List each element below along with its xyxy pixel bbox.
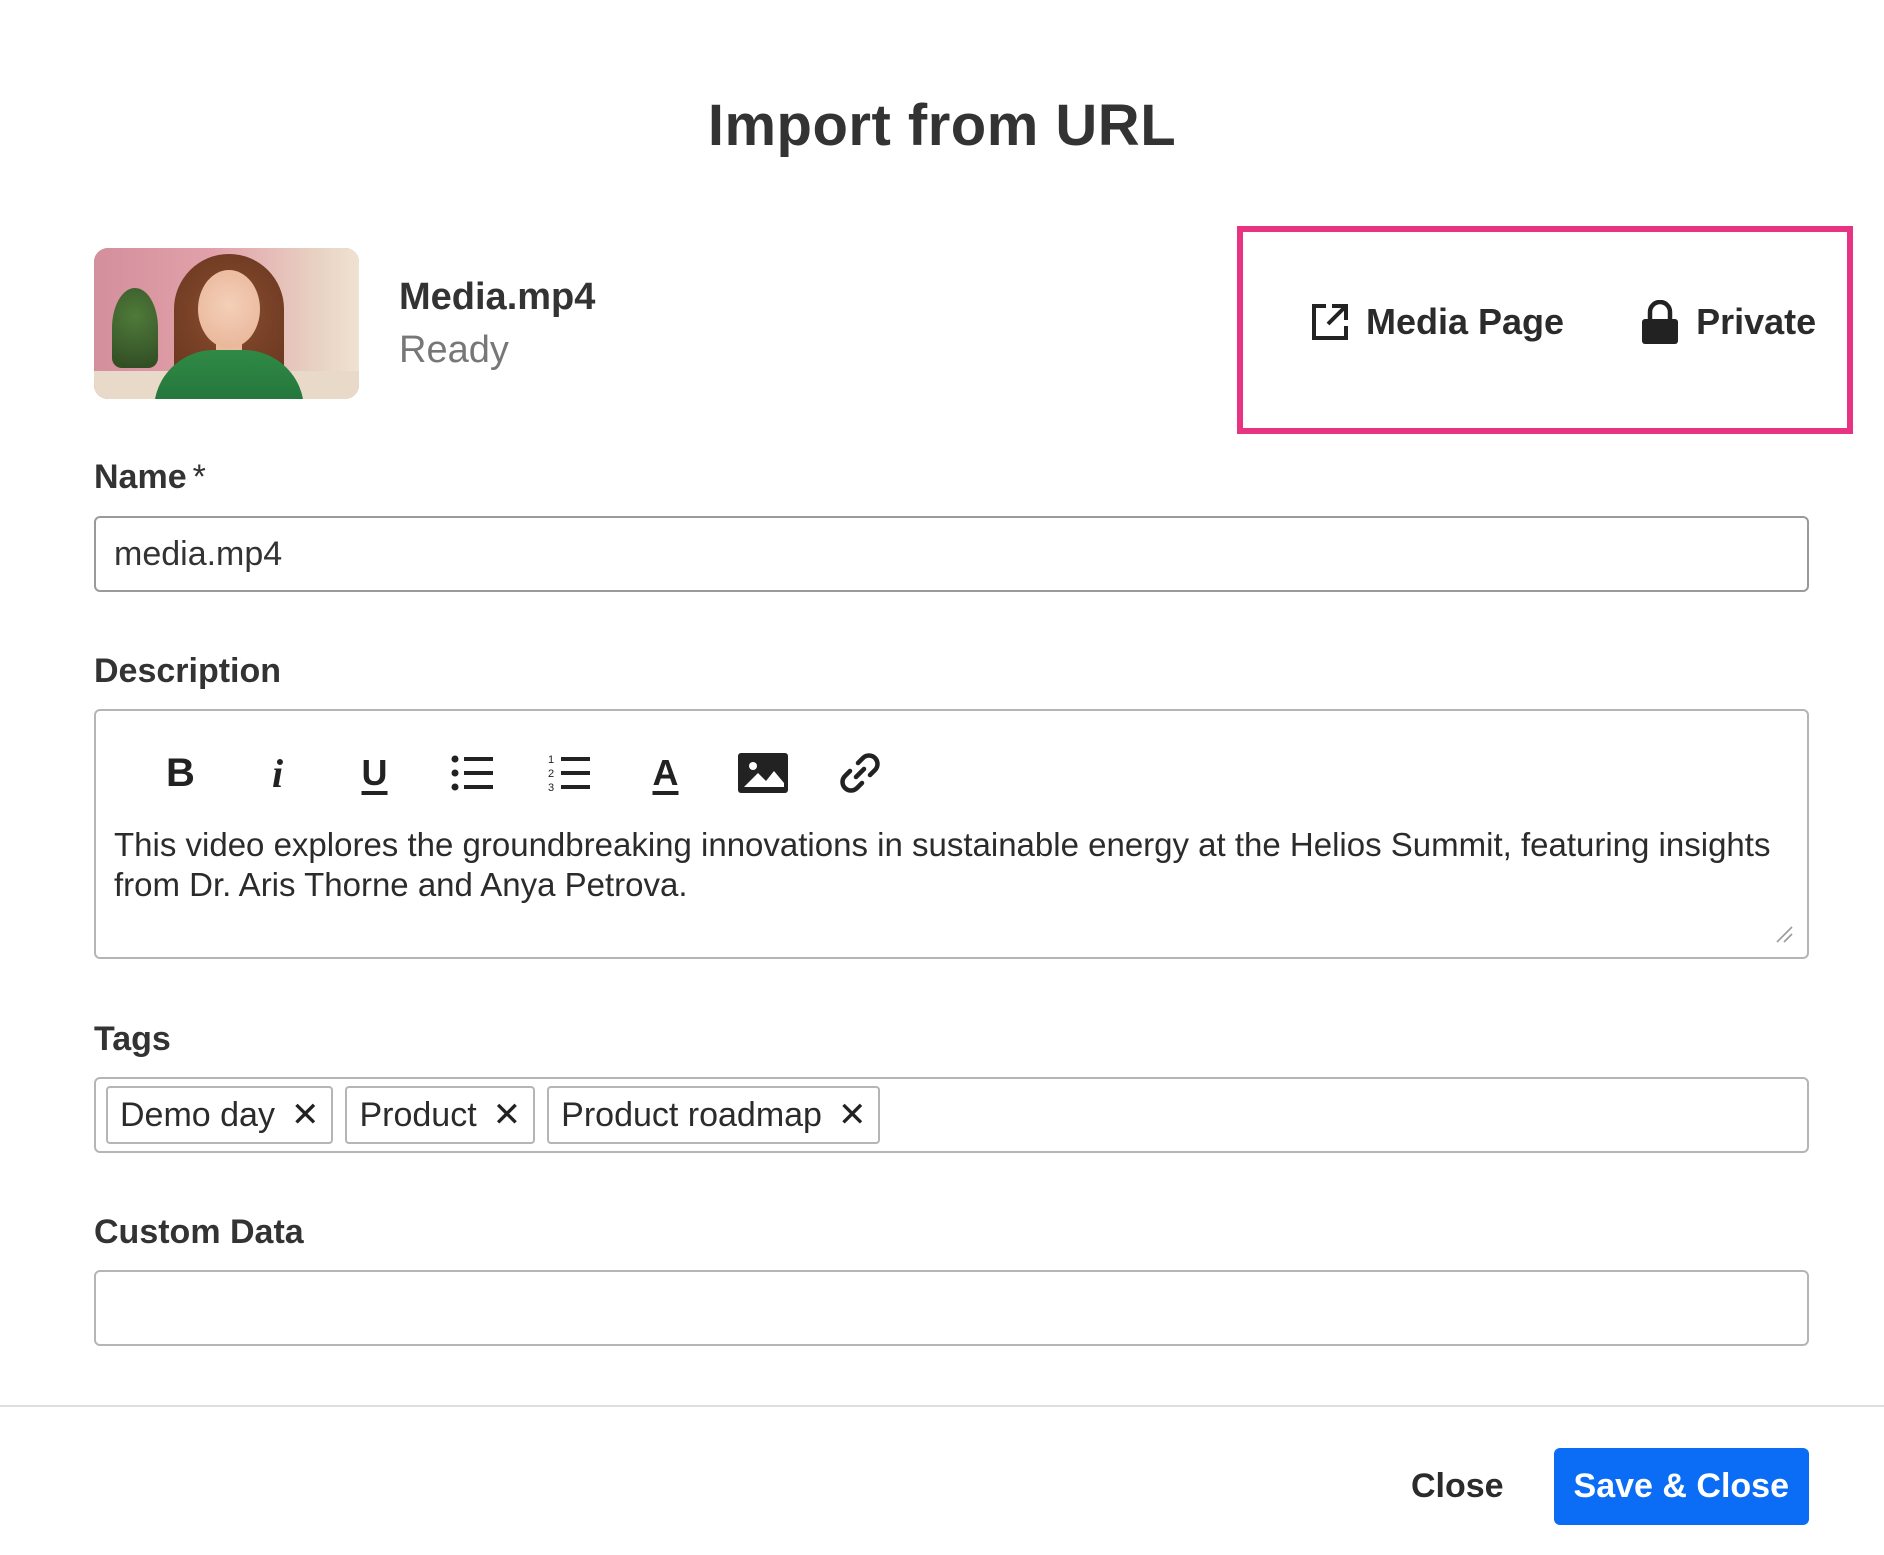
description-text[interactable]: This video explores the groundbreaking i…	[114, 825, 1789, 905]
text-color-button[interactable]: A	[617, 743, 714, 803]
bullet-list-button[interactable]	[423, 743, 520, 803]
bold-button[interactable]: B	[132, 743, 229, 803]
privacy-toggle[interactable]: Private	[1640, 300, 1816, 344]
external-link-icon	[1310, 302, 1350, 342]
required-marker: *	[192, 458, 206, 496]
name-label: Name *	[94, 458, 206, 497]
link-icon	[839, 753, 880, 793]
media-name: Media.mp4	[399, 275, 596, 318]
close-button[interactable]: Close	[1411, 1467, 1504, 1506]
save-close-button[interactable]: Save & Close	[1553, 1448, 1809, 1525]
tag-chip: Demo day ✕	[106, 1086, 334, 1144]
media-status: Ready	[399, 328, 509, 371]
editor-toolbar: B i U 1 2 3 A	[132, 743, 908, 803]
svg-text:3: 3	[548, 782, 554, 793]
italic-button[interactable]: i	[229, 743, 326, 803]
dialog-footer: Close Save & Close	[1411, 1448, 1809, 1525]
image-icon	[737, 753, 788, 793]
bullet-list-icon	[451, 755, 493, 791]
custom-data-label: Custom Data	[94, 1213, 304, 1251]
bold-icon: B	[166, 750, 195, 795]
name-input[interactable]: media.mp4	[94, 516, 1809, 592]
tag-label: Demo day	[120, 1095, 275, 1134]
remove-tag-icon[interactable]: ✕	[291, 1098, 320, 1132]
media-thumbnail	[94, 248, 359, 399]
insert-link-button[interactable]	[811, 743, 908, 803]
privacy-label: Private	[1696, 301, 1817, 342]
svg-text:1: 1	[548, 754, 554, 766]
import-dialog: Import from URL Media.mp4 Ready Media Pa…	[0, 0, 1884, 1555]
tags-label: Tags	[94, 1020, 171, 1058]
svg-text:2: 2	[548, 768, 554, 780]
media-meta: Media.mp4 Ready	[399, 248, 595, 399]
tag-label: Product	[359, 1095, 477, 1134]
tag-label: Product roadmap	[561, 1095, 822, 1134]
remove-tag-icon[interactable]: ✕	[838, 1098, 867, 1132]
name-input-value: media.mp4	[114, 534, 283, 573]
name-label-text: Name	[94, 458, 187, 496]
remove-tag-icon[interactable]: ✕	[493, 1098, 522, 1132]
text-color-icon: A	[652, 752, 679, 793]
numbered-list-icon: 1 2 3	[548, 754, 590, 793]
insert-image-button[interactable]	[714, 743, 811, 803]
underline-button[interactable]: U	[326, 743, 423, 803]
media-page-label: Media Page	[1366, 301, 1565, 342]
description-label: Description	[94, 652, 282, 690]
tags-input[interactable]: Demo day ✕ Product ✕ Product roadmap ✕	[94, 1077, 1809, 1153]
underline-icon: U	[361, 752, 388, 793]
tag-chip: Product ✕	[345, 1086, 536, 1144]
numbered-list-button[interactable]: 1 2 3	[520, 743, 617, 803]
media-actions: Media Page Private	[1310, 300, 1816, 344]
media-header: Media.mp4 Ready	[94, 248, 595, 399]
resize-handle-icon[interactable]	[1775, 925, 1793, 943]
tag-chip: Product roadmap ✕	[547, 1086, 881, 1144]
custom-data-input[interactable]	[94, 1270, 1809, 1346]
media-page-link[interactable]: Media Page	[1310, 301, 1564, 343]
dialog-title: Import from URL	[707, 93, 1177, 158]
lock-icon	[1640, 300, 1680, 344]
italic-icon: i	[271, 750, 284, 796]
description-editor[interactable]: B i U 1 2 3 A This video explores the gr…	[94, 709, 1809, 959]
footer-divider	[0, 1405, 1884, 1407]
